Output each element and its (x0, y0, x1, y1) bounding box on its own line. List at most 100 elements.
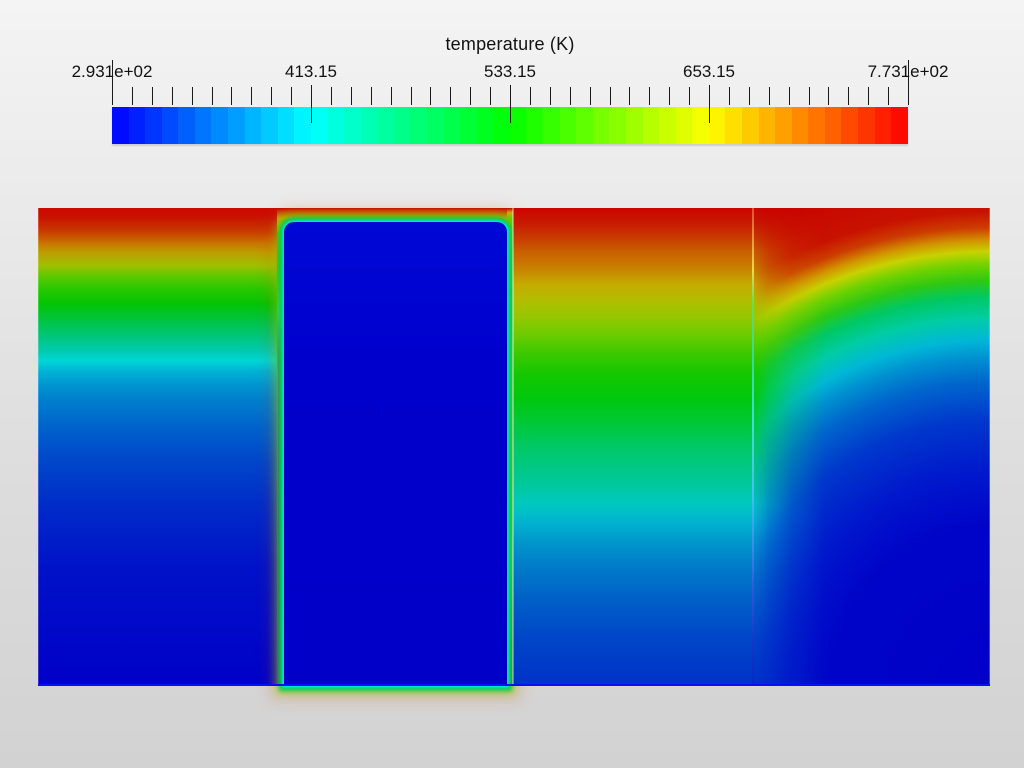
colorbar-tick (828, 87, 830, 105)
colorbar-band (476, 107, 494, 144)
colorbar-band (858, 107, 875, 144)
colorbar-tick (450, 87, 452, 105)
colorbar-tick (549, 87, 551, 105)
colorbar-tick-label: 2.931e+02 (71, 62, 153, 81)
colorbar-tick (589, 87, 591, 105)
colorbar-band (775, 107, 792, 144)
colorbar-band (393, 107, 411, 144)
colorbar-band (725, 107, 742, 144)
colorbar-band (310, 107, 328, 144)
colorbar-tick (748, 87, 750, 105)
colorbar-tick-label: 413.15 (285, 62, 337, 81)
colorbar-band (758, 107, 776, 144)
colorbar-tick (271, 87, 273, 105)
colorbar-tick (171, 87, 173, 105)
colorbar-band (642, 107, 660, 144)
colorbar-tick-label: 7.731e+02 (867, 62, 949, 81)
colorbar-tick (350, 87, 352, 105)
colorbar-tick (728, 87, 730, 105)
colorbar-tick (410, 87, 412, 105)
visualization-window: temperature (K) 2.931e+02 413.15 533.15 653… (0, 0, 1024, 768)
region-boundary-line-left (276, 208, 278, 686)
colorbar-band (559, 107, 577, 144)
colorbar-band (344, 107, 361, 144)
colorbar-band (808, 107, 825, 144)
colorbar-tick (788, 87, 790, 105)
colorbar-tick (768, 87, 770, 105)
field-region-left-solid (38, 208, 277, 686)
render-viewport[interactable] (38, 208, 990, 686)
colorbar-tick (251, 87, 253, 105)
colorbar-band (509, 107, 527, 144)
field-region-block-zone (277, 208, 513, 686)
colorbar-band (592, 107, 610, 144)
colorbar-band (194, 107, 212, 144)
colorbar-tick (808, 87, 810, 105)
colorbar-tick (231, 87, 233, 105)
colorbar-tick-labels: 2.931e+02 413.15 533.15 653.15 7.731e+02 (72, 62, 949, 82)
colorbar-band (741, 107, 759, 144)
colorbar-tick (609, 87, 611, 105)
colorbar-tick (390, 87, 392, 105)
colorbar-band (360, 107, 378, 144)
colorbar-band (791, 107, 809, 144)
colorbar-band (128, 107, 146, 144)
region-boundary-line-right (751, 208, 754, 686)
field-region-middle-solid (513, 208, 753, 686)
colorbar-tick (490, 87, 492, 105)
colorbar-tick (529, 87, 531, 105)
region-boundary-line-center (512, 208, 514, 686)
colorbar-band (161, 107, 179, 144)
field-seam-blend (753, 208, 825, 686)
colorbar-tick (629, 87, 631, 105)
colorbar-band (675, 107, 693, 144)
field-region-right-solid (753, 208, 990, 686)
colorbar-band (841, 107, 859, 144)
colorbar-tick (131, 87, 133, 105)
colorbar-band (493, 107, 510, 144)
colorbar-tick (151, 87, 153, 105)
mesh-edge-bottom (38, 683, 990, 686)
colorbar-band (874, 107, 892, 144)
colorbar-tick-label: 533.15 (484, 62, 536, 81)
colorbar-band (824, 107, 842, 144)
colorbar-tick (689, 87, 691, 105)
field-cold-block (284, 222, 507, 686)
colorbar-tick (330, 87, 332, 105)
colorbar-band (526, 107, 544, 144)
colorbar-band (891, 107, 908, 144)
colorbar-band (543, 107, 560, 144)
colorbar-tick-label: 653.15 (683, 62, 735, 81)
colorbar-band (377, 107, 394, 144)
colorbar-band (609, 107, 626, 144)
colorbar-tick (370, 87, 372, 105)
colorbar-tick (291, 87, 293, 105)
colorbar-band (460, 107, 477, 144)
colorbar-band (410, 107, 427, 144)
colorbar-band (708, 107, 726, 144)
colorbar-tick (211, 87, 213, 105)
colorbar-tick (649, 87, 651, 105)
colorbar-band (659, 107, 676, 144)
colorbar-gradient-bar (112, 107, 908, 144)
colorbar-band (112, 107, 129, 144)
colorbar-tick (430, 87, 432, 105)
colorbar-band (327, 107, 345, 144)
colorbar-band (625, 107, 643, 144)
colorbar-title: temperature (K) (445, 34, 575, 54)
colorbar-band (178, 107, 195, 144)
colorbar-band (692, 107, 709, 144)
colorbar-tick (848, 87, 850, 105)
colorbar-band (294, 107, 311, 144)
colorbar-tick (470, 87, 472, 105)
mesh-edge-left (38, 208, 39, 686)
colorbar-tick (569, 87, 571, 105)
colorbar-band (426, 107, 444, 144)
colorbar-tick (191, 87, 193, 105)
colorbar-tick (669, 87, 671, 105)
colorbar-band (277, 107, 295, 144)
colorbar-band (228, 107, 245, 144)
colorbar-band (443, 107, 461, 144)
colorbar-band (244, 107, 262, 144)
colorbar-band (211, 107, 229, 144)
